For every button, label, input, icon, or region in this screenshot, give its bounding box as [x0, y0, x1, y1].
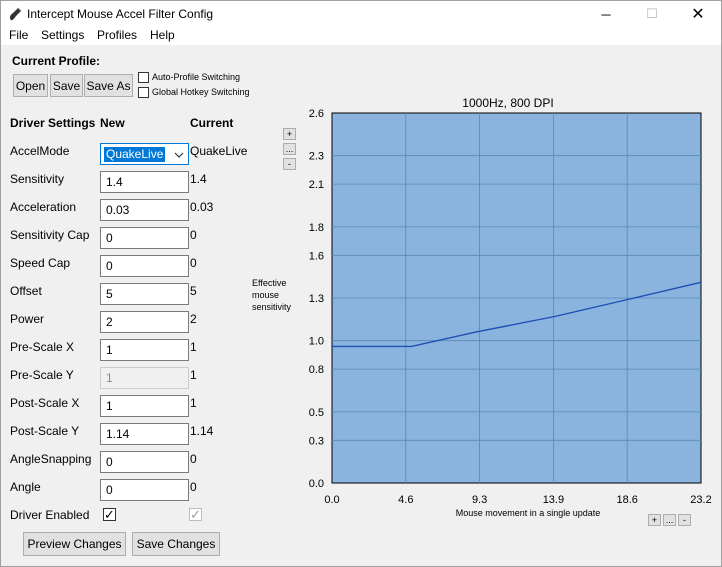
sensitivity-cap-input[interactable]: 0 [100, 227, 189, 249]
angle-current: 0 [190, 480, 197, 494]
window-title: Intercept Mouse Accel Filter Config [27, 7, 214, 21]
x-tick-label: 23.2 [690, 494, 711, 506]
y-tick-label: 0.8 [309, 364, 324, 376]
new-column-heading: New [100, 116, 125, 130]
chevron-down-icon [174, 152, 184, 158]
accel-mode-selected: QuakeLive [104, 147, 166, 162]
acceleration-input[interactable]: 0.03 [100, 199, 189, 221]
auto-profile-label: Auto-Profile Switching [152, 72, 241, 82]
accel-mode-label: AccelMode [10, 144, 70, 158]
mouse-pen-icon [9, 7, 22, 21]
menu-settings[interactable]: Settings [41, 28, 84, 42]
y-axis-label-line-3: sensitivity [252, 302, 292, 312]
y-tick-label: 0.3 [309, 435, 324, 447]
app-window: Intercept Mouse Accel Filter Config ─ ☐ … [0, 0, 722, 567]
post-scale-y-current: 1.14 [190, 424, 214, 438]
x-tick-label: 9.3 [472, 494, 487, 506]
maximize-button[interactable]: ☐ [629, 1, 675, 27]
y-tick-label: 2.3 [309, 151, 324, 163]
global-hotkey-checkbox[interactable] [138, 87, 149, 98]
menu-bar: File Settings Profiles Help [1, 27, 721, 45]
global-hotkey-label: Global Hotkey Switching [152, 87, 250, 97]
offset-label: Offset [10, 284, 42, 298]
angle-snapping-current: 0 [190, 452, 197, 466]
speed-cap-current: 0 [190, 256, 197, 270]
y-tick-label: 0.5 [309, 407, 324, 419]
x-tick-label: 0.0 [324, 494, 339, 506]
pre-scale-x-label: Pre-Scale X [10, 340, 75, 354]
post-scale-y-label: Post-Scale Y [10, 424, 80, 438]
power-current: 2 [190, 312, 197, 326]
acceleration-current: 0.03 [190, 200, 214, 214]
menu-profiles[interactable]: Profiles [97, 28, 137, 42]
current-column-heading: Current [190, 116, 234, 130]
preview-changes-button[interactable]: Preview Changes [23, 532, 126, 556]
close-button[interactable]: ✕ [675, 1, 721, 27]
x-tick-label: 4.6 [398, 494, 413, 506]
sensitivity-input[interactable]: 1.4 [100, 171, 189, 193]
sensitivity-label: Sensitivity [10, 172, 65, 186]
check-icon: ✓ [104, 507, 115, 522]
y-tick-label: 0.0 [309, 478, 324, 490]
accel-mode-current: QuakeLive [190, 144, 248, 158]
driver-enabled-current-checkbox: ✓ [189, 508, 202, 521]
sensitivity-chart: 1000Hz, 800 DPI 0.0 0.3 0.5 0.8 1.0 1.3 1.6 1.8… [251, 93, 721, 523]
x-axis-label: Mouse movement in a single update [456, 508, 601, 518]
post-scale-x-current: 1 [190, 396, 197, 410]
sensitivity-cap-current: 0 [190, 228, 197, 242]
sensitivity-current: 1.4 [190, 172, 207, 186]
pre-scale-y-current: 1 [190, 368, 197, 382]
driver-settings-heading: Driver Settings [10, 116, 96, 130]
post-scale-x-label: Post-Scale X [10, 396, 80, 410]
current-profile-heading: Current Profile: [12, 54, 101, 68]
angle-input[interactable]: 0 [100, 479, 189, 501]
pre-scale-y-label: Pre-Scale Y [10, 368, 74, 382]
x-tick-label: 18.6 [616, 494, 637, 506]
y-axis-label-line-2: mouse [252, 290, 279, 300]
menu-help[interactable]: Help [150, 28, 175, 42]
y-tick-label: 1.0 [309, 336, 324, 348]
angle-label: Angle [10, 480, 41, 494]
y-axis-ticks: 0.0 0.3 0.5 0.8 1.0 1.3 1.6 1.8 2.1 2.3 2.6 [309, 108, 324, 490]
driver-enabled-label: Driver Enabled [10, 508, 90, 522]
offset-current: 5 [190, 284, 197, 298]
y-tick-label: 2.6 [309, 108, 324, 120]
save-as-button[interactable]: Save As [84, 74, 133, 97]
offset-input[interactable]: 5 [100, 283, 189, 305]
speed-cap-label: Speed Cap [10, 256, 71, 270]
post-scale-y-input[interactable]: 1.14 [100, 423, 189, 445]
y-tick-label: 1.8 [309, 222, 324, 234]
pre-scale-y-input: 1 [100, 367, 189, 389]
driver-enabled-checkbox[interactable]: ✓ [103, 508, 116, 521]
accel-mode-select[interactable]: QuakeLive [100, 143, 189, 165]
speed-cap-input[interactable]: 0 [100, 255, 189, 277]
x-axis-ticks: 0.0 4.6 9.3 13.9 18.6 23.2 [324, 494, 711, 506]
y-tick-label: 2.1 [309, 179, 324, 191]
check-icon: ✓ [190, 507, 201, 522]
acceleration-label: Acceleration [10, 200, 77, 214]
menu-file[interactable]: File [9, 28, 28, 42]
sensitivity-cap-label: Sensitivity Cap [10, 228, 90, 242]
power-label: Power [10, 312, 45, 326]
post-scale-x-input[interactable]: 1 [100, 395, 189, 417]
y-axis-label-line-1: Effective [252, 278, 286, 288]
y-tick-label: 1.3 [309, 293, 324, 305]
pre-scale-x-current: 1 [190, 340, 197, 354]
chart-title: 1000Hz, 800 DPI [462, 96, 553, 110]
angle-snapping-label: AngleSnapping [10, 452, 92, 466]
open-button[interactable]: Open [13, 74, 48, 97]
x-tick-label: 13.9 [543, 494, 564, 506]
title-bar[interactable]: Intercept Mouse Accel Filter Config ─ ☐ … [1, 1, 721, 27]
pre-scale-x-input[interactable]: 1 [100, 339, 189, 361]
chart-svg: 1000Hz, 800 DPI 0.0 0.3 0.5 0.8 1.0 1.3 1.6 1.8… [252, 96, 712, 518]
minimize-button[interactable]: ─ [583, 1, 629, 27]
save-changes-button[interactable]: Save Changes [132, 532, 220, 556]
auto-profile-checkbox[interactable] [138, 72, 149, 83]
angle-snapping-input[interactable]: 0 [100, 451, 189, 473]
save-button[interactable]: Save [50, 74, 83, 97]
y-tick-label: 1.6 [309, 250, 324, 262]
power-input[interactable]: 2 [100, 311, 189, 333]
